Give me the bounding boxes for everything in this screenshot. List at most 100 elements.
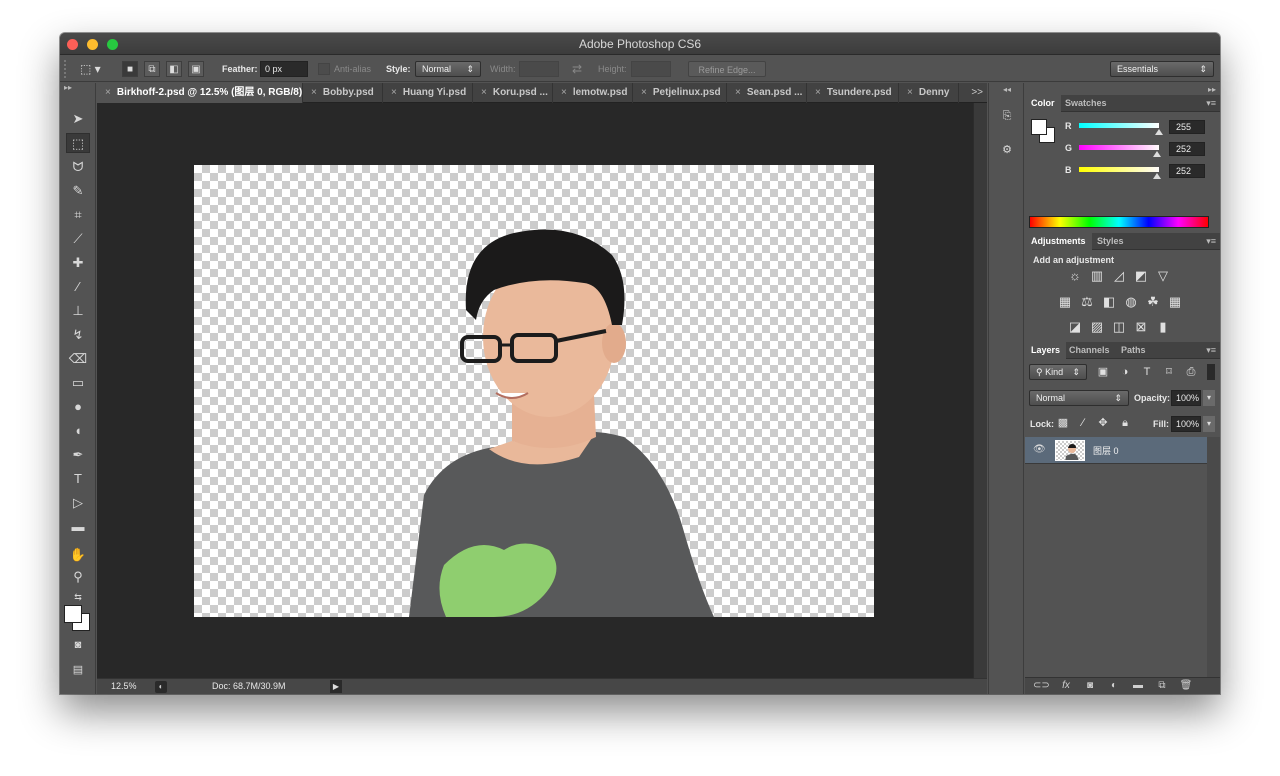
layers-scrollbar[interactable] [1207, 437, 1220, 694]
lock-transparent-pixels-icon[interactable]: ▩ [1055, 416, 1071, 430]
close-tab-icon[interactable]: × [311, 87, 317, 98]
filter-pixel-icon[interactable]: ▣ [1095, 365, 1111, 379]
document-canvas[interactable] [194, 165, 874, 617]
swap-colors-icon[interactable]: ⇆ [66, 587, 90, 607]
levels-icon[interactable]: ▥ [1089, 269, 1105, 283]
layer-row[interactable]: 👁︎ 图层 0 [1025, 437, 1207, 464]
brightness-contrast-icon[interactable]: ☼ [1067, 269, 1083, 283]
width-input[interactable] [519, 61, 559, 77]
move-tool-icon[interactable]: ➤ [66, 109, 90, 129]
intersect-selection-button[interactable]: ▣ [188, 61, 204, 77]
swap-width-height-icon[interactable]: ⇄ [572, 61, 582, 77]
close-tab-icon[interactable]: × [561, 87, 567, 98]
foreground-color-swatch[interactable] [64, 605, 82, 623]
subtract-from-selection-button[interactable]: ◧ [166, 61, 182, 77]
tab-huang-yi[interactable]: × Huang Yi.psd [383, 83, 473, 103]
healing-brush-tool-icon[interactable]: ✚ [66, 253, 90, 273]
black-white-icon[interactable]: ◧ [1101, 295, 1117, 309]
fill-dropdown-icon[interactable]: ▾ [1203, 416, 1215, 432]
close-tab-icon[interactable]: × [815, 87, 821, 98]
layer-thumbnail[interactable] [1055, 440, 1085, 461]
exposure-icon[interactable]: ◩ [1133, 269, 1149, 283]
zoom-level[interactable]: 12.5% [111, 681, 137, 691]
tab-bobby[interactable]: × Bobby.psd [303, 83, 383, 103]
pen-tool-icon[interactable]: ✒ [66, 445, 90, 465]
curves-icon[interactable]: ◿ [1111, 269, 1127, 283]
panel-menu-icon[interactable]: ▾≡ [1206, 233, 1216, 250]
anti-alias-checkbox[interactable] [318, 63, 330, 75]
posterize-icon[interactable]: ▨ [1089, 320, 1105, 334]
lock-position-icon[interactable]: ✥ [1095, 416, 1111, 430]
screen-mode-icon[interactable]: ▤ [66, 660, 90, 680]
filter-adjustment-icon[interactable]: ◑ [1117, 365, 1133, 379]
tab-color[interactable]: Color [1025, 95, 1061, 112]
tab-swatches[interactable]: Swatches [1059, 95, 1113, 112]
add-mask-icon[interactable]: ◙ [1083, 680, 1097, 692]
color-lookup-icon[interactable]: ▦ [1167, 295, 1183, 309]
color-spectrum-ramp[interactable] [1029, 216, 1209, 228]
link-layers-icon[interactable]: ⊂⊃ [1033, 680, 1050, 692]
green-slider-thumb[interactable] [1153, 151, 1161, 157]
blur-tool-icon[interactable]: ● [66, 397, 90, 417]
tab-layers[interactable]: Layers [1025, 342, 1067, 359]
color-foreground-swatch[interactable] [1031, 119, 1047, 135]
close-tab-icon[interactable]: × [641, 87, 647, 98]
close-tab-icon[interactable]: × [735, 87, 741, 98]
close-tab-icon[interactable]: × [105, 87, 111, 98]
tools-panel-collapse-icon[interactable]: ▸▸ [60, 83, 96, 97]
tab-styles[interactable]: Styles [1091, 233, 1130, 250]
quick-mask-icon[interactable]: ◙ [66, 635, 90, 655]
tab-sean[interactable]: × Sean.psd ... [727, 83, 807, 103]
rectangular-marquee-preset-icon[interactable]: ⬚ ▾ [80, 61, 104, 77]
filter-smart-object-icon[interactable]: ⎙ [1183, 365, 1199, 379]
zoom-tool-icon[interactable]: ⚲ [66, 567, 90, 587]
history-panel-icon[interactable]: ⎘ [995, 105, 1019, 127]
filter-type-icon[interactable]: T [1139, 365, 1155, 379]
feather-input[interactable]: 0 px [260, 61, 308, 77]
tab-adjustments[interactable]: Adjustments [1025, 233, 1092, 250]
gradient-map-icon[interactable]: ⊠ [1133, 320, 1149, 334]
add-to-selection-button[interactable]: ⧉ [144, 61, 160, 77]
more-tabs-button[interactable]: >> [971, 83, 983, 103]
hue-saturation-icon[interactable]: ▦ [1057, 295, 1073, 309]
quick-selection-tool-icon[interactable]: ✎ [66, 181, 90, 201]
panel-menu-icon[interactable]: ▾≡ [1206, 342, 1216, 359]
red-slider-track[interactable] [1079, 123, 1159, 128]
photo-filter-icon[interactable]: ◍ [1123, 295, 1139, 309]
selective-color-icon[interactable]: ▮ [1155, 320, 1171, 334]
panel-menu-icon[interactable]: ▾≡ [1206, 95, 1216, 112]
new-selection-button[interactable]: ■ [122, 61, 138, 77]
clone-stamp-tool-icon[interactable]: ⊥ [66, 301, 90, 321]
new-adjustment-layer-icon[interactable]: ◐ [1107, 680, 1121, 692]
canvas-viewport[interactable] [97, 103, 973, 678]
history-brush-tool-icon[interactable]: ↯ [66, 325, 90, 345]
invert-icon[interactable]: ◪ [1067, 320, 1083, 334]
close-tab-icon[interactable]: × [391, 87, 397, 98]
tab-koru[interactable]: × Koru.psd ... [473, 83, 553, 103]
rectangle-tool-icon[interactable]: ▬ [66, 517, 90, 537]
layer-filter-kind-select[interactable]: ⚲ Kind ⇕ [1029, 364, 1087, 380]
tab-lemotw[interactable]: × lemotw.psd [553, 83, 633, 103]
threshold-icon[interactable]: ◫ [1111, 320, 1127, 334]
canvas-vertical-scrollbar[interactable] [973, 103, 987, 678]
status-info-icon[interactable]: ◐ [155, 681, 167, 693]
crop-tool-icon[interactable]: ⌗ [66, 205, 90, 225]
options-bar-grip[interactable] [64, 60, 70, 78]
tab-tsundere[interactable]: × Tsundere.psd [807, 83, 899, 103]
refine-edge-button[interactable]: Refine Edge... [688, 61, 766, 77]
close-tab-icon[interactable]: × [481, 87, 487, 98]
layer-visibility-eye-icon[interactable]: 👁︎ [1033, 444, 1046, 456]
green-value-input[interactable]: 252 [1169, 142, 1205, 156]
eyedropper-tool-icon[interactable]: ⟋ [66, 229, 90, 249]
green-slider-track[interactable] [1079, 145, 1159, 150]
close-tab-icon[interactable]: × [907, 87, 913, 98]
vibrance-icon[interactable]: ▽ [1155, 269, 1171, 283]
eraser-tool-icon[interactable]: ⌫ [66, 349, 90, 369]
red-slider-thumb[interactable] [1155, 129, 1163, 135]
fill-input[interactable]: 100% [1171, 416, 1201, 432]
tab-denny[interactable]: × Denny [899, 83, 959, 103]
tab-petjelinux[interactable]: × Petjelinux.psd [633, 83, 727, 103]
tab-paths[interactable]: Paths [1115, 342, 1152, 359]
new-group-icon[interactable]: ▬ [1131, 680, 1145, 692]
lasso-tool-icon[interactable]: ᗢ [66, 157, 90, 177]
